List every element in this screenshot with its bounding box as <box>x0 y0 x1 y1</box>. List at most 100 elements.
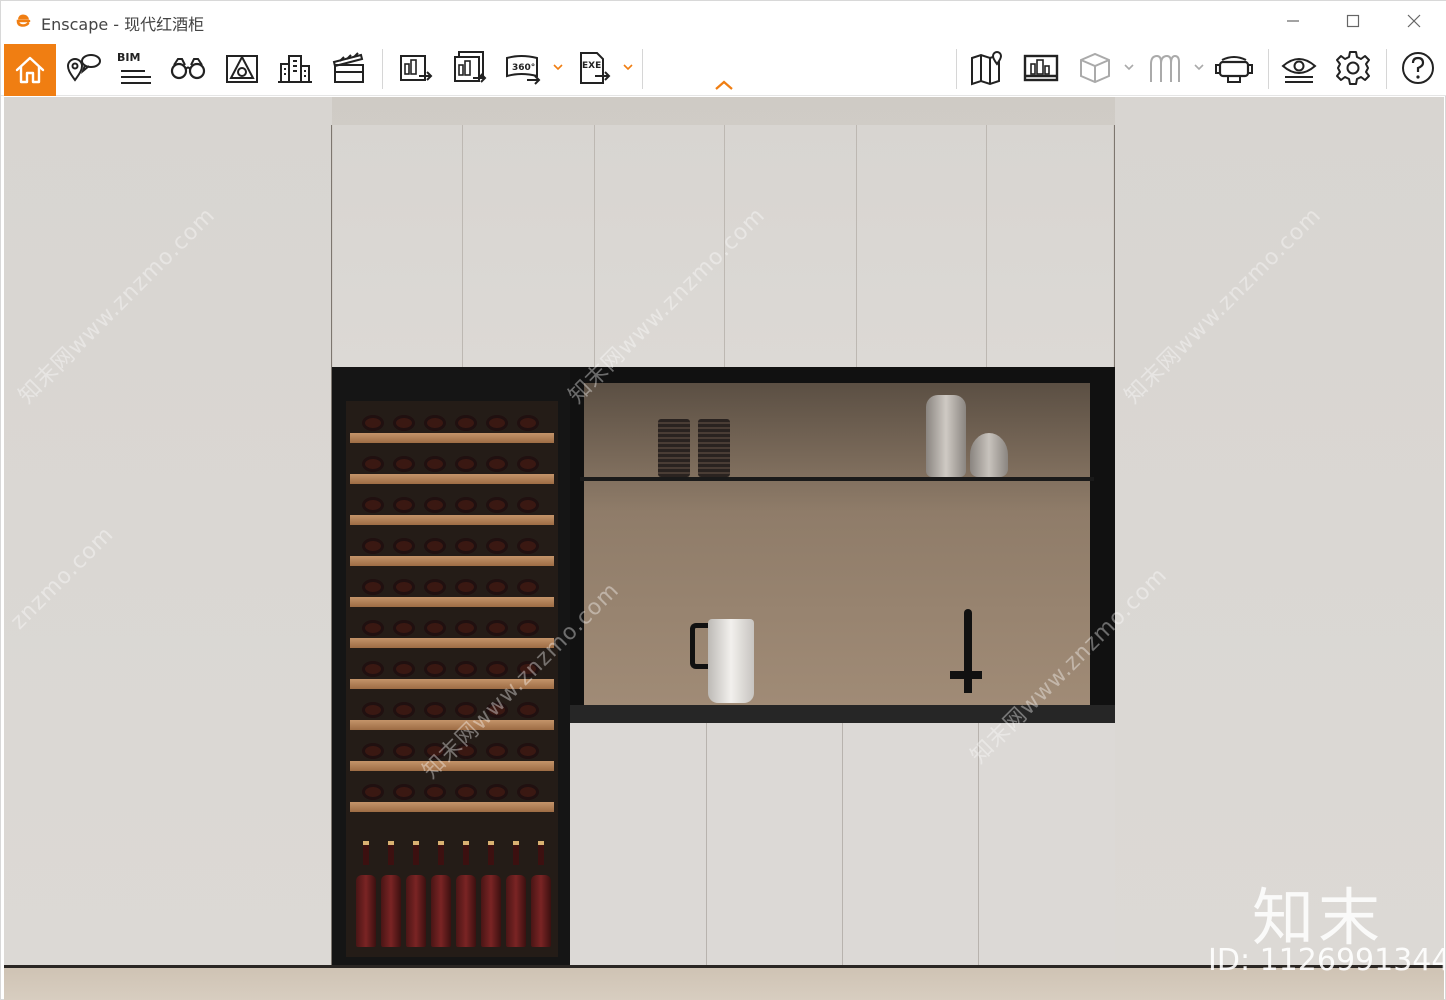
wine-bottle <box>362 579 384 595</box>
wine-bottle <box>486 538 508 554</box>
wine-bottle <box>486 415 508 431</box>
toolbar-separator <box>956 49 957 89</box>
wine-bottle <box>393 538 415 554</box>
wine-bottle <box>455 497 477 513</box>
wine-shelf <box>350 515 554 525</box>
wine-bottle-neck <box>538 841 544 865</box>
batch-render-button[interactable] <box>445 44 493 92</box>
toolbar-separator <box>382 49 383 89</box>
cabinet-door-seam <box>842 723 843 967</box>
views-button[interactable] <box>1017 44 1065 92</box>
wine-bottle <box>362 661 384 677</box>
minimize-button[interactable] <box>1263 1 1323 41</box>
window-title: Enscape - 现代红酒柜 <box>41 15 205 34</box>
toolbar-separator <box>1268 49 1269 89</box>
bim-button[interactable]: BIM <box>111 44 159 92</box>
toolbar-separator <box>642 49 643 89</box>
decor-vase <box>970 433 1008 477</box>
map-button[interactable] <box>963 44 1011 92</box>
water-pitcher <box>708 619 754 703</box>
wine-bottle <box>431 875 451 947</box>
chevron-down-icon <box>553 64 563 71</box>
wine-shelf <box>350 556 554 566</box>
cube-dropdown[interactable] <box>1123 59 1135 75</box>
asset-library-button[interactable] <box>218 44 266 92</box>
wine-bottle <box>455 784 477 800</box>
panel-seam <box>594 125 595 367</box>
wine-bottle <box>393 497 415 513</box>
wine-bottle <box>362 620 384 636</box>
wine-bottle <box>517 538 539 554</box>
decor-vase <box>698 419 730 477</box>
chevron-down-icon <box>1124 64 1134 71</box>
site-context-button[interactable] <box>271 44 319 92</box>
home-icon <box>15 56 45 84</box>
base-cabinet <box>570 723 1115 967</box>
wine-bottle <box>481 875 501 947</box>
wine-bottle <box>517 743 539 759</box>
atmosphere-icon <box>1150 54 1180 82</box>
exe-label: EXE <box>582 61 602 71</box>
wine-bottle <box>424 538 446 554</box>
site-context-icon <box>278 55 312 83</box>
wine-bottle <box>424 579 446 595</box>
decor-vase <box>926 395 966 477</box>
video-editor-icon <box>332 52 364 83</box>
wine-bottle <box>455 415 477 431</box>
wine-bottle <box>393 661 415 677</box>
wine-bottle-neck <box>388 841 394 865</box>
binoculars-button[interactable] <box>164 44 212 92</box>
wine-bottle <box>455 538 477 554</box>
panorama-export-button[interactable]: 360° <box>499 44 547 92</box>
wine-bottle-neck <box>463 841 469 865</box>
bim-label: BIM <box>117 51 141 64</box>
panorama-dropdown[interactable] <box>552 59 564 75</box>
sink-faucet <box>964 609 972 693</box>
watermark-id: ID: 1126991344 <box>1208 943 1444 978</box>
decor-vase <box>658 419 690 477</box>
wine-bottle <box>455 456 477 472</box>
wine-bottle <box>424 661 446 677</box>
location-views-icon <box>66 54 101 82</box>
title-bar: Enscape - 现代红酒柜 <box>1 1 1446 41</box>
map-icon <box>971 51 1003 86</box>
wine-bottle <box>424 702 446 718</box>
close-icon <box>1407 14 1421 28</box>
visibility-button[interactable] <box>1275 44 1323 92</box>
atmosphere-dropdown[interactable] <box>1193 59 1205 75</box>
wine-bottle <box>486 784 508 800</box>
screenshot-export-button[interactable] <box>391 44 439 92</box>
wine-bottle <box>393 784 415 800</box>
location-views-button[interactable] <box>59 44 107 92</box>
help-button[interactable] <box>1394 44 1442 92</box>
exe-dropdown[interactable] <box>622 59 634 75</box>
settings-icon <box>1336 51 1370 85</box>
atmosphere-button[interactable] <box>1141 44 1189 92</box>
wine-bottle <box>517 702 539 718</box>
wine-bottle <box>362 784 384 800</box>
cube-button[interactable] <box>1071 44 1119 92</box>
minimize-icon <box>1287 20 1299 22</box>
vr-headset-button[interactable] <box>1210 44 1258 92</box>
close-button[interactable] <box>1384 1 1444 41</box>
wine-bottle <box>517 620 539 636</box>
wine-shelf <box>350 638 554 648</box>
panel-seam <box>856 125 857 367</box>
exe-export-button[interactable]: EXE <box>569 44 617 92</box>
toolbar-separator <box>1386 49 1387 89</box>
chevron-up-icon <box>715 80 733 90</box>
wine-bottle <box>424 415 446 431</box>
home-button[interactable] <box>4 44 56 96</box>
settings-button[interactable] <box>1329 44 1377 92</box>
wine-bottle-neck <box>438 841 444 865</box>
wine-shelf <box>350 802 554 812</box>
render-viewport[interactable]: 知末网www.znzmo.com 知末网www.znzmo.com 知末网www… <box>4 97 1444 1000</box>
maximize-button[interactable] <box>1323 1 1383 41</box>
wine-bottle <box>424 497 446 513</box>
niche-shelf <box>580 477 1094 481</box>
video-editor-button[interactable] <box>325 44 373 92</box>
chevron-down-icon <box>623 64 633 71</box>
screenshot-export-icon <box>400 55 433 81</box>
collapse-toolbar-button[interactable] <box>713 77 735 91</box>
pitcher-handle <box>690 623 708 669</box>
